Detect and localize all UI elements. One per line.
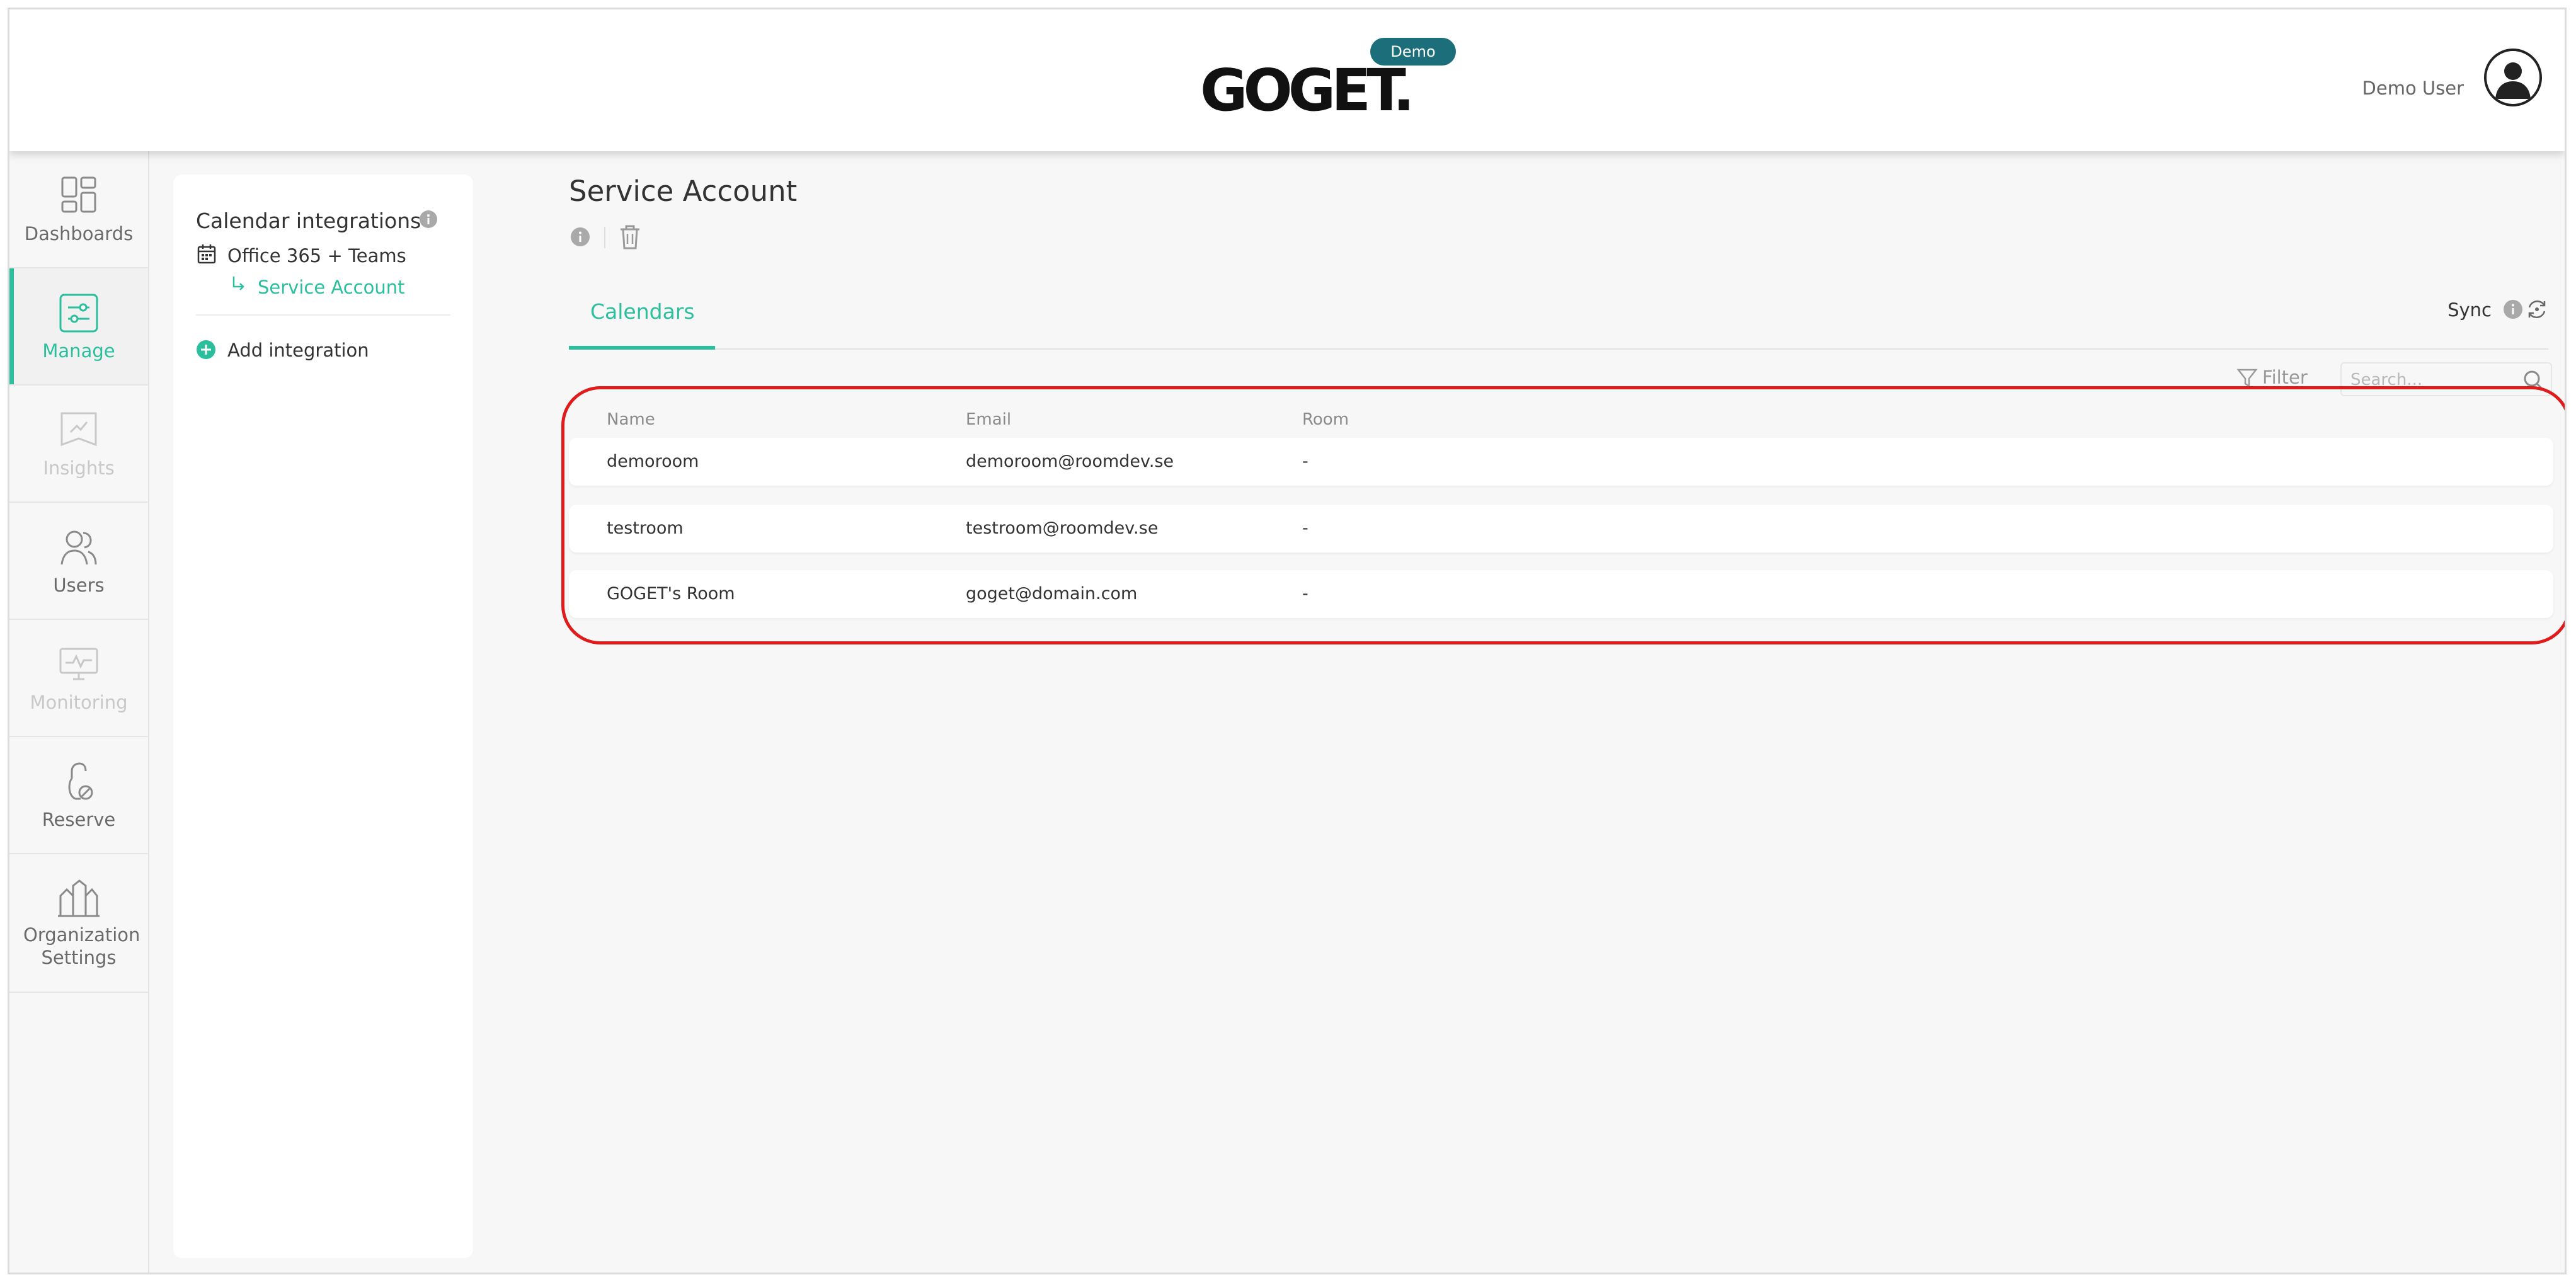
logo[interactable]: GOGET. Demo: [1200, 31, 1465, 132]
info-icon[interactable]: [419, 210, 438, 229]
cell-email: demoroom@roomdev.se: [966, 452, 1174, 471]
column-header-name[interactable]: Name: [607, 410, 655, 429]
nav-label: Dashboards: [24, 223, 134, 244]
sync-icon[interactable]: [2526, 298, 2548, 321]
column-header-room[interactable]: Room: [1302, 410, 1349, 429]
nav-label: Users: [53, 575, 105, 596]
integrations-panel: Calendar integrations Office 365 + Teams…: [173, 175, 473, 1258]
nav-item-reserve[interactable]: Reserve: [9, 737, 148, 854]
table-row[interactable]: demoroom demoroom@roomdev.se -: [569, 438, 2553, 486]
cell-room: -: [1302, 584, 1308, 604]
cell-room: -: [1302, 452, 1308, 471]
table-header: Name Email Room: [569, 410, 2553, 435]
app-window: GOGET. Demo Demo User Dashboards Manage …: [8, 8, 2567, 1274]
avatar[interactable]: [2484, 49, 2542, 106]
nav-item-users[interactable]: Users: [9, 503, 148, 620]
add-integration-button[interactable]: Add integration: [227, 340, 369, 361]
reserve-icon: [68, 762, 93, 800]
divider: [604, 227, 605, 248]
logo-text: GOGET.: [1200, 57, 1415, 124]
info-icon[interactable]: [570, 227, 590, 247]
filter-button[interactable]: Filter: [2262, 367, 2308, 388]
insights-icon: [60, 412, 97, 447]
cell-email: testroom@roomdev.se: [966, 518, 1159, 538]
calendar-icon: [197, 244, 216, 264]
manage-icon: [59, 294, 98, 333]
search-input[interactable]: [2350, 369, 2521, 391]
nav-label: Insights: [43, 457, 115, 479]
tab-calendars[interactable]: Calendars: [569, 280, 715, 350]
table-row[interactable]: testroom testroom@roomdev.se -: [569, 505, 2553, 552]
filter-icon[interactable]: [2236, 367, 2258, 389]
search-box: [2340, 362, 2552, 396]
trash-icon[interactable]: [618, 224, 642, 250]
monitoring-icon: [59, 648, 98, 680]
nav-label: Reserve: [42, 809, 116, 830]
nav-item-insights[interactable]: Insights: [9, 386, 148, 503]
sync-label: Sync: [2447, 299, 2492, 321]
users-icon: [60, 530, 97, 565]
nav-item-monitoring[interactable]: Monitoring: [9, 620, 148, 737]
user-name[interactable]: Demo User: [2362, 77, 2464, 99]
cell-name: testroom: [607, 518, 684, 538]
cell-email: goget@domain.com: [966, 584, 1138, 604]
nav-label: Manage: [42, 340, 115, 362]
integration-subitem-service-account[interactable]: Service Account: [258, 277, 405, 298]
cell-name: demoroom: [607, 452, 699, 471]
integration-item-office365[interactable]: Office 365 + Teams: [227, 245, 406, 266]
column-header-email[interactable]: Email: [966, 410, 1011, 429]
panel-title: Calendar integrations: [196, 209, 421, 233]
user-avatar-icon: [2495, 62, 2531, 99]
nav-label: Monitoring: [30, 692, 128, 713]
left-nav: Dashboards Manage Insights Users Monitor…: [9, 151, 149, 1273]
sub-item-arrow-icon: [232, 277, 244, 290]
dashboards-icon: [61, 176, 96, 213]
divider: [196, 314, 450, 316]
add-icon[interactable]: [196, 340, 216, 360]
search-icon[interactable]: [2522, 369, 2546, 392]
info-icon[interactable]: [2503, 299, 2523, 319]
cell-room: -: [1302, 518, 1308, 538]
page-title: Service Account: [569, 175, 798, 208]
demo-badge: Demo: [1370, 38, 1456, 66]
cell-name: GOGET's Room: [607, 584, 735, 604]
top-header: GOGET. Demo Demo User: [9, 9, 2565, 151]
nav-item-organization-settings[interactable]: Organization Settings: [9, 854, 148, 993]
nav-item-manage[interactable]: Manage: [9, 268, 148, 386]
nav-item-dashboards[interactable]: Dashboards: [9, 151, 148, 268]
tabs-bar: Calendars Sync: [569, 280, 2548, 350]
table-row[interactable]: GOGET's Room goget@domain.com -: [569, 570, 2553, 618]
organization-settings-icon: [58, 879, 100, 917]
tab-label: Calendars: [590, 299, 695, 324]
nav-label: Organization Settings: [23, 924, 140, 968]
